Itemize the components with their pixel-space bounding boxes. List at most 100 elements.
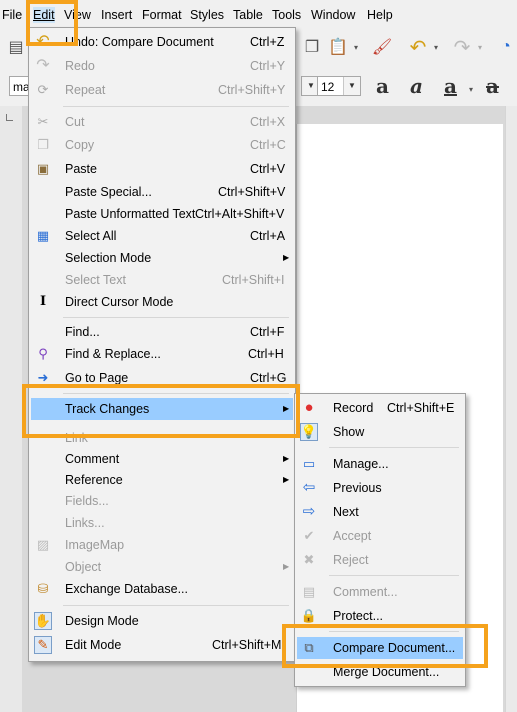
menu-item-label: Comment (65, 452, 120, 466)
paste-icon: ▣ (36, 161, 50, 176)
strikethrough-icon[interactable]: a (486, 76, 499, 96)
arrow-right-icon: ⇨ (302, 503, 316, 520)
menu-item-direct-cursor[interactable]: I Direct Cursor Mode (31, 291, 293, 313)
menu-styles[interactable]: Styles (190, 7, 224, 23)
menu-item-comment[interactable]: Comment ▶ (31, 448, 293, 470)
submenu-item-reject[interactable]: ✖ Reject (297, 549, 463, 571)
menu-item-label: Select All (65, 229, 117, 243)
menu-item-imagemap[interactable]: ▨ ImageMap (31, 534, 293, 556)
menu-item-go-to-page[interactable]: ➜ Go to Page Ctrl+G (31, 367, 293, 389)
submenu-item-compare-document[interactable]: ⧉ Compare Document... (297, 637, 463, 659)
menu-item-link[interactable]: Link (31, 427, 293, 449)
font-size-value: 12 (321, 80, 335, 94)
submenu-item-record[interactable]: ● Record Ctrl+Shift+E (297, 397, 463, 419)
menu-item-paste-unformatted[interactable]: Paste Unformatted Text Ctrl+Alt+Shift+V (31, 203, 293, 225)
menu-file[interactable]: File (2, 7, 22, 23)
menu-item-label: Go to Page (65, 371, 129, 385)
menu-item-label: Paste (65, 162, 97, 176)
edit-menu: ↶ Undo: Compare Document Ctrl+Z ↷ Redo C… (28, 27, 296, 662)
menu-separator (63, 106, 289, 107)
menu-edit[interactable]: Edit (33, 7, 55, 23)
menu-separator (329, 575, 459, 576)
menu-item-selection-mode[interactable]: Selection Mode ▶ (31, 247, 293, 269)
menu-item-fields[interactable]: Fields... (31, 490, 293, 512)
menu-help[interactable]: Help (367, 7, 393, 23)
spelling-icon[interactable]: ◔ (494, 36, 517, 58)
undo-dropdown-icon[interactable]: ▾ (430, 36, 442, 58)
menu-item-shortcut: Ctrl+Z (250, 35, 285, 49)
paste-dropdown-icon[interactable]: ▾ (350, 36, 362, 58)
menu-item-label: Redo (65, 59, 95, 73)
bold-icon[interactable]: a (376, 76, 389, 96)
font-size-combo[interactable]: 12 ▼ (317, 76, 361, 96)
menu-item-label: Find & Replace... (65, 347, 161, 361)
menu-item-shortcut: Ctrl+Alt+Shift+V (195, 207, 285, 221)
paste-icon[interactable]: 📋 (326, 36, 350, 58)
underline-icon[interactable]: a (444, 76, 457, 96)
menu-item-object[interactable]: Object ▶ (31, 556, 293, 578)
track-changes-submenu: ● Record Ctrl+Shift+E 💡 Show ▭ Manage...… (294, 393, 466, 687)
menu-item-cut[interactable]: ✂ Cut Ctrl+X (31, 111, 293, 133)
scissors-icon: ✂ (37, 114, 49, 129)
submenu-item-next[interactable]: ⇨ Next (297, 501, 463, 523)
menu-item-shortcut: Ctrl+Y (250, 59, 286, 73)
menu-item-label: Link (65, 431, 88, 445)
menu-item-label: Next (333, 505, 359, 519)
submenu-item-manage[interactable]: ▭ Manage... (297, 453, 463, 475)
submenu-arrow-icon: ▶ (283, 475, 290, 484)
ruler-corner (6, 114, 13, 121)
redo-icon: ↷ (36, 57, 50, 74)
underline-dropdown-icon[interactable]: ▾ (466, 78, 476, 100)
menu-separator (63, 317, 289, 318)
submenu-item-previous[interactable]: ⇦ Previous (297, 477, 463, 499)
menu-item-edit-mode[interactable]: ✎ Edit Mode Ctrl+Shift+M (31, 634, 293, 656)
menu-item-copy[interactable]: ❐ Copy Ctrl+C (31, 134, 293, 156)
menu-item-label: Repeat (65, 83, 106, 97)
comment-icon: ▤ (302, 584, 316, 599)
submenu-arrow-icon: ▶ (283, 562, 290, 571)
menu-item-track-changes[interactable]: Track Changes ▶ (31, 398, 293, 420)
menu-item-shortcut: Ctrl+V (250, 162, 286, 176)
vertical-scrollbar[interactable] (505, 106, 517, 712)
menu-item-select-all[interactable]: ▦ Select All Ctrl+A (31, 225, 293, 247)
menu-item-select-text[interactable]: Select Text Ctrl+Shift+I (31, 269, 293, 291)
menu-tools[interactable]: Tools (272, 7, 301, 23)
menu-window[interactable]: Window (311, 7, 355, 23)
menu-item-label: Selection Mode (65, 251, 152, 265)
menu-item-design-mode[interactable]: ✋ Design Mode (31, 610, 293, 632)
menu-table[interactable]: Table (233, 7, 263, 23)
menu-item-repeat[interactable]: ⟳ Repeat Ctrl+Shift+Y (31, 79, 293, 101)
menu-item-paste-special[interactable]: Paste Special... Ctrl+Shift+V (31, 181, 293, 203)
copy-icon[interactable]: ❐ (300, 36, 324, 58)
menu-item-paste[interactable]: ▣ Paste Ctrl+V (31, 158, 293, 180)
menu-item-exchange-database[interactable]: ⛁ Exchange Database... (31, 578, 293, 600)
undo-icon[interactable]: ↶ (406, 36, 430, 59)
menu-item-label: Show (333, 425, 365, 439)
italic-icon[interactable]: a (410, 76, 423, 96)
menu-item-find-replace[interactable]: ⚲ Find & Replace... Ctrl+H (31, 343, 293, 365)
menu-format[interactable]: Format (142, 7, 182, 23)
submenu-item-accept[interactable]: ✔ Accept (297, 525, 463, 547)
menu-item-find[interactable]: Find... Ctrl+F (31, 321, 293, 343)
image-map-icon: ▨ (36, 537, 50, 552)
submenu-item-comment[interactable]: ▤ Comment... (297, 581, 463, 603)
menu-item-label: ImageMap (65, 538, 125, 552)
redo-dropdown-icon[interactable]: ▾ (474, 36, 486, 58)
menu-view[interactable]: View (64, 7, 91, 23)
menu-insert[interactable]: Insert (101, 7, 132, 23)
menu-item-label: Find... (65, 325, 100, 339)
menu-item-shortcut: Ctrl+Shift+I (222, 273, 285, 287)
menu-item-redo[interactable]: ↷ Redo Ctrl+Y (31, 55, 293, 77)
menu-item-label: Manage... (333, 457, 389, 471)
menu-item-reference[interactable]: Reference ▶ (31, 469, 293, 491)
text-cursor-icon: I (39, 294, 47, 309)
submenu-item-merge-document[interactable]: Merge Document... (297, 661, 463, 683)
menu-item-links[interactable]: Links... (31, 512, 293, 534)
clone-formatting-icon[interactable]: 🖌 (370, 36, 394, 58)
menu-item-undo[interactable]: ↶ Undo: Compare Document Ctrl+Z (31, 31, 293, 53)
database-icon: ⛁ (37, 581, 49, 596)
new-document-icon[interactable]: ▤ (4, 36, 28, 58)
submenu-item-protect[interactable]: 🔒 Protect... (297, 605, 463, 627)
redo-icon[interactable]: ↷ (450, 36, 474, 59)
submenu-item-show[interactable]: 💡 Show (297, 421, 463, 443)
